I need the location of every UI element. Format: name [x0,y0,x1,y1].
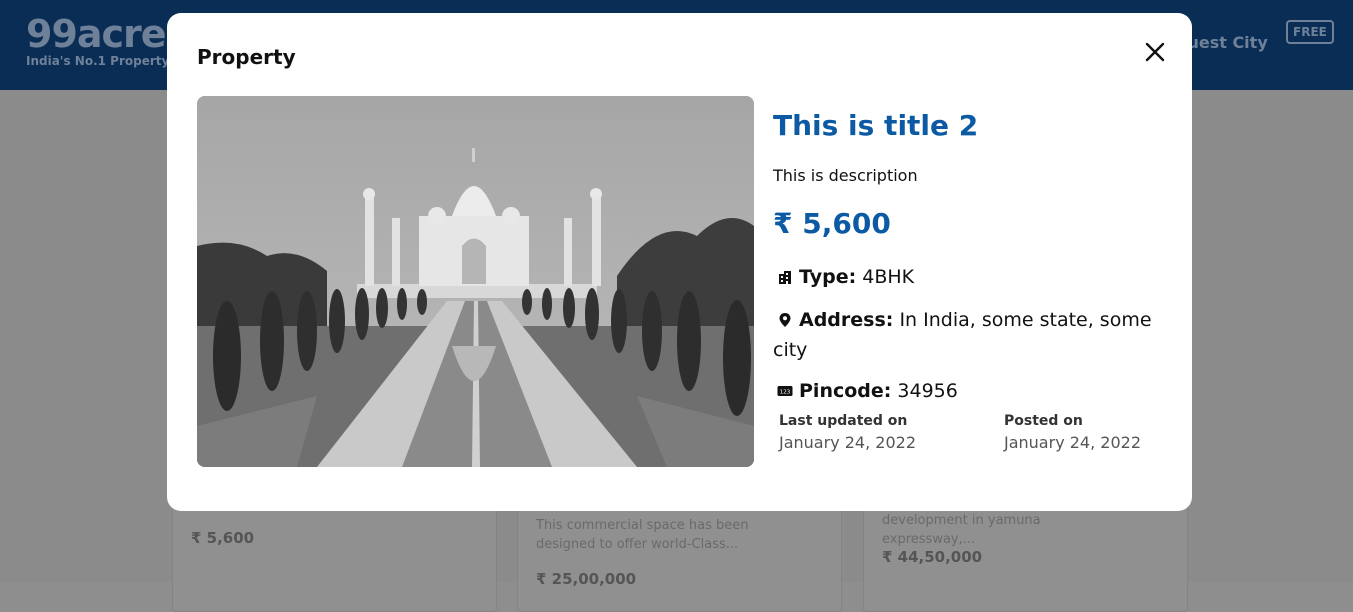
property-title: This is title 2 [773,109,979,142]
property-pincode-row: 123 Pincode: 34956 [773,376,1153,406]
type-value: 4BHK [862,266,915,288]
logo-name: 99acres [26,12,188,56]
card-price: ₹ 44,50,000 [882,548,983,566]
logo-tagline: India's No.1 Property [26,54,170,68]
close-icon [1145,42,1165,62]
card-description: This commercial space has been designed … [536,518,749,552]
pincode-label: Pincode: [799,380,892,402]
pincode-icon: 123 [777,386,793,396]
modal-title: Property [197,45,296,69]
property-price: ₹ 5,600 [773,207,891,240]
card-description: development in yamuna expressway,... [882,513,1041,547]
property-modal: Property This is title 2 This is descrip… [167,13,1192,511]
site-logo[interactable]: 99acres India's No.1 Property [26,12,188,68]
pincode-value: 34956 [897,380,958,402]
posted-value: January 24, 2022 [1004,433,1141,452]
property-type-row: Type: 4BHK [773,262,1153,292]
property-image [197,96,754,467]
property-address-row: Address: In India, some state, some city [773,305,1153,365]
building-icon [779,271,791,284]
type-label: Type: [799,266,857,288]
free-badge: FREE [1286,20,1334,44]
posted-label: Posted on [1004,413,1083,429]
last-updated: Last updated on January 24, 2022 [779,413,916,452]
last-updated-value: January 24, 2022 [779,433,916,452]
last-updated-label: Last updated on [779,413,908,429]
close-button[interactable] [1142,39,1168,65]
card-price: ₹ 25,00,000 [536,570,637,588]
posted-on: Posted on January 24, 2022 [1004,413,1141,452]
address-label: Address: [799,309,894,331]
property-description: This is description [773,166,918,185]
svg-text:123: 123 [780,390,791,396]
map-pin-icon [779,313,791,327]
card-price: ₹ 5,600 [191,529,255,547]
